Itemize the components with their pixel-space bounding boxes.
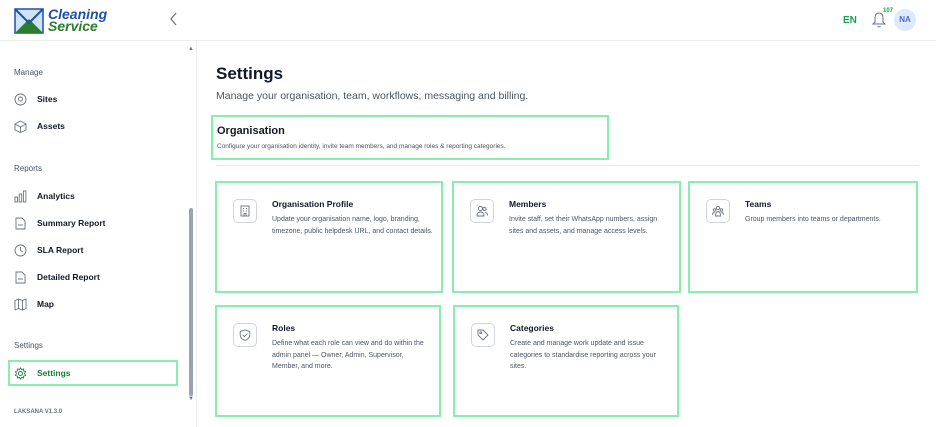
- shield-check-icon: [233, 323, 257, 347]
- sidebar-item-map[interactable]: Map: [14, 293, 174, 315]
- card-title: Members: [509, 199, 547, 209]
- logo-mark-icon: [14, 8, 44, 34]
- page-subtitle: Manage your organisation, team, workflow…: [216, 90, 529, 102]
- members-card[interactable]: Members Invite staff, set their WhatsApp…: [452, 181, 681, 293]
- section-divider: [216, 165, 919, 166]
- card-description: Invite staff, set their WhatsApp numbers…: [509, 216, 658, 235]
- user-avatar[interactable]: NA: [894, 9, 916, 31]
- sidebar-item-analytics[interactable]: Analytics: [14, 185, 174, 207]
- gear-icon: [14, 366, 27, 380]
- sidebar-scrollbar[interactable]: ▲ ▼: [186, 46, 194, 402]
- notification-count-badge: 107: [883, 8, 894, 14]
- scroll-up-arrow-icon[interactable]: ▲: [188, 46, 194, 52]
- sidebar-item-sla-report[interactable]: SLA Report: [14, 239, 174, 261]
- sidebar-group-settings: Settings: [14, 341, 43, 350]
- sidebar-item-label: Assets: [37, 121, 65, 131]
- roles-card[interactable]: Roles Define what each role can view and…: [215, 305, 441, 417]
- document-icon: [15, 271, 26, 283]
- page-title: Settings: [216, 64, 284, 83]
- main-content: Settings Manage your organisation, team,…: [197, 41, 936, 427]
- organisation-profile-card[interactable]: Organisation Profile Update your organis…: [215, 181, 443, 293]
- sidebar-group-reports: Reports: [14, 164, 43, 173]
- chevron-left-icon: [170, 12, 177, 26]
- collapse-sidebar-button[interactable]: [169, 12, 181, 28]
- sidebar-item-assets[interactable]: Assets: [14, 115, 174, 137]
- language-switcher[interactable]: EN: [843, 15, 857, 26]
- app-logo[interactable]: Cleaning Service: [14, 7, 114, 35]
- sidebar-item-sites[interactable]: Sites: [14, 88, 174, 110]
- card-description: Group members into teams or departments.: [745, 216, 881, 223]
- scrollbar-thumb[interactable]: [189, 208, 193, 396]
- sidebar-item-label: Settings: [37, 368, 71, 378]
- scroll-down-arrow-icon[interactable]: ▼: [188, 396, 194, 402]
- sidebar: Manage Sites Assets Reports Analytics Su…: [0, 41, 197, 427]
- sidebar-item-label: Analytics: [37, 191, 75, 201]
- logo-text: Cleaning Service: [48, 7, 107, 33]
- sidebar-item-summary-report[interactable]: Summary Report: [14, 212, 174, 234]
- bar-chart-icon: [14, 190, 27, 202]
- pin-icon: [14, 93, 27, 105]
- clock-icon: [14, 244, 27, 256]
- categories-card[interactable]: Categories Create and manage work update…: [453, 305, 679, 417]
- section-subtitle: Configure your organisation identity, in…: [217, 143, 506, 150]
- app-version: LAKSANA V1.3.0: [14, 409, 63, 415]
- sidebar-item-label: SLA Report: [37, 245, 84, 255]
- sidebar-item-label: Map: [37, 299, 54, 309]
- sidebar-item-settings[interactable]: Settings: [8, 360, 178, 386]
- card-title: Categories: [510, 323, 554, 333]
- document-icon: [15, 217, 26, 229]
- sidebar-item-detailed-report[interactable]: Detailed Report: [14, 266, 174, 288]
- top-bar: Cleaning Service EN 107 NA: [0, 0, 936, 41]
- users-icon: [470, 199, 494, 223]
- sidebar-item-label: Detailed Report: [37, 272, 100, 282]
- sidebar-item-label: Summary Report: [37, 218, 106, 228]
- section-title: Organisation: [217, 125, 285, 137]
- teams-card[interactable]: Teams Group members into teams or depart…: [688, 181, 918, 293]
- sidebar-group-manage: Manage: [14, 68, 43, 77]
- card-description: Update your organisation name, logo, bra…: [272, 216, 433, 235]
- organisation-section-header: Organisation Configure your organisation…: [211, 115, 609, 160]
- building-icon: [233, 199, 257, 223]
- card-title: Roles: [272, 323, 296, 333]
- team-icon: [706, 199, 730, 223]
- cube-icon: [14, 119, 27, 133]
- card-title: Teams: [745, 199, 772, 209]
- tag-icon: [471, 323, 495, 347]
- sidebar-item-label: Sites: [37, 94, 58, 104]
- card-description: Define what each role can view and do wi…: [272, 340, 424, 370]
- card-title: Organisation Profile: [272, 199, 354, 209]
- map-icon: [14, 297, 27, 311]
- card-description: Create and manage work update and issue …: [510, 340, 656, 370]
